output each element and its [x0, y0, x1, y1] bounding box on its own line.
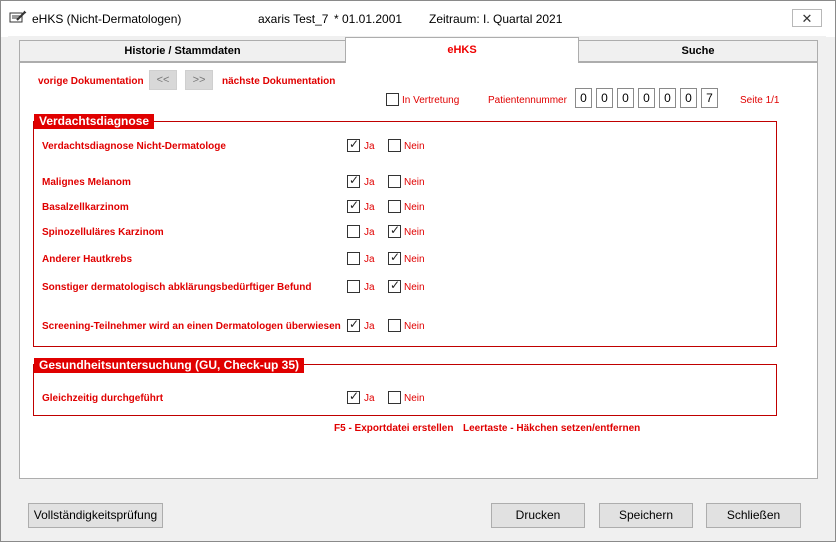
page-indicator: Seite 1/1 — [740, 95, 780, 106]
check-icon: ✓ — [390, 250, 401, 264]
row-label: Gleichzeitig durchgeführt — [42, 393, 164, 404]
patient-name: axaris Test_7 — [258, 12, 329, 26]
nein-label: Nein — [404, 177, 425, 188]
window-title: eHKS (Nicht-Dermatologen) — [32, 12, 182, 26]
prev-doc-button[interactable]: << — [149, 70, 177, 90]
save-button[interactable]: Speichern — [599, 503, 693, 528]
ja-label: Ja — [364, 202, 375, 213]
row-label: Anderer Hautkrebs — [42, 254, 133, 265]
ja-checkbox[interactable]: ✓ — [347, 389, 360, 404]
ja-label: Ja — [364, 254, 375, 265]
nein-checkbox[interactable]: ✓ — [388, 223, 401, 238]
check-icon: ✓ — [349, 198, 360, 212]
ja-checkbox[interactable] — [347, 252, 360, 265]
row-label: Spinozelluläres Karzinom — [42, 227, 164, 238]
nein-checkbox[interactable] — [388, 319, 401, 332]
patientnr-digit[interactable]: 0 — [680, 88, 697, 108]
ja-checkbox[interactable] — [347, 225, 360, 238]
row-label: Sonstiger dermatologisch abklärungsbedür… — [42, 282, 312, 293]
nein-checkbox[interactable] — [388, 391, 401, 404]
hint-f5: F5 - Exportdatei erstellen — [334, 423, 454, 434]
ja-label: Ja — [364, 393, 375, 404]
tab-historie[interactable]: Historie / Stammdaten — [19, 40, 346, 62]
nein-label: Nein — [404, 141, 425, 152]
check-icon: ✓ — [390, 278, 401, 292]
nein-checkbox[interactable]: ✓ — [388, 278, 401, 293]
nein-checkbox[interactable] — [388, 139, 401, 152]
tab-ehks[interactable]: eHKS — [345, 37, 579, 63]
patientnr-label: Patientennummer — [488, 95, 567, 106]
patientnr-digit[interactable]: 0 — [617, 88, 634, 108]
hint-space: Leertaste - Häkchen setzen/entfernen — [463, 423, 641, 434]
nein-checkbox[interactable] — [388, 175, 401, 188]
patientnr-digit[interactable]: 0 — [575, 88, 592, 108]
check-icon: ✓ — [349, 317, 360, 331]
row-label: Verdachtsdiagnose Nicht-Dermatologe — [42, 141, 226, 152]
ja-label: Ja — [364, 282, 375, 293]
nein-label: Nein — [404, 202, 425, 213]
check-icon: ✓ — [349, 137, 360, 151]
nein-label: Nein — [404, 321, 425, 332]
ja-label: Ja — [364, 227, 375, 238]
print-button[interactable]: Drucken — [491, 503, 585, 528]
nein-label: Nein — [404, 254, 425, 265]
check-icon: ✓ — [349, 173, 360, 187]
close-icon: ✕ — [801, 11, 813, 26]
ja-checkbox[interactable]: ✓ — [347, 173, 360, 188]
prev-doc-label: vorige Dokumentation — [38, 76, 144, 87]
ja-checkbox[interactable]: ✓ — [347, 317, 360, 332]
row-label: Basalzellkarzinom — [42, 202, 129, 213]
ja-label: Ja — [364, 321, 375, 332]
nein-checkbox[interactable]: ✓ — [388, 250, 401, 265]
ja-checkbox[interactable]: ✓ — [347, 198, 360, 213]
next-doc-button[interactable]: >> — [185, 70, 213, 90]
patientnr-digit[interactable]: 0 — [638, 88, 655, 108]
next-doc-label: nächste Dokumentation — [222, 76, 336, 87]
close-window-button[interactable]: ✕ — [792, 9, 822, 27]
verdacht-section-title: Verdachtsdiagnose — [34, 114, 155, 129]
ja-checkbox[interactable] — [347, 280, 360, 293]
check-icon: ✓ — [390, 223, 401, 237]
vertretung-label: In Vertretung — [402, 95, 460, 106]
patientnr-digit[interactable]: 0 — [596, 88, 613, 108]
vertretung-checkbox[interactable] — [386, 93, 399, 106]
nein-label: Nein — [404, 282, 425, 293]
close-button[interactable]: Schließen — [706, 503, 801, 528]
app-icon — [9, 10, 27, 26]
nein-label: Nein — [404, 393, 425, 404]
check-icon: ✓ — [349, 389, 360, 403]
gu-section-title: Gesundheitsuntersuchung (GU, Check-up 35… — [34, 358, 305, 373]
ja-label: Ja — [364, 177, 375, 188]
patientnr-digit[interactable]: 0 — [659, 88, 676, 108]
period-label: Zeitraum: I. Quartal 2021 — [429, 12, 563, 26]
tab-suche[interactable]: Suche — [578, 40, 818, 62]
nein-checkbox[interactable] — [388, 200, 401, 213]
row-label: Malignes Melanom — [42, 177, 131, 188]
nein-label: Nein — [404, 227, 425, 238]
patientnr-digit[interactable]: 7 — [701, 88, 718, 108]
row-label: Screening-Teilnehmer wird an einen Derma… — [42, 321, 341, 332]
completeness-check-button[interactable]: Vollständigkeitsprüfung — [28, 503, 163, 528]
patient-birthdate: * 01.01.2001 — [334, 12, 403, 26]
ja-label: Ja — [364, 141, 375, 152]
title-bar: eHKS (Nicht-Dermatologen) axaris Test_7 … — [1, 1, 835, 37]
ja-checkbox[interactable]: ✓ — [347, 137, 360, 152]
